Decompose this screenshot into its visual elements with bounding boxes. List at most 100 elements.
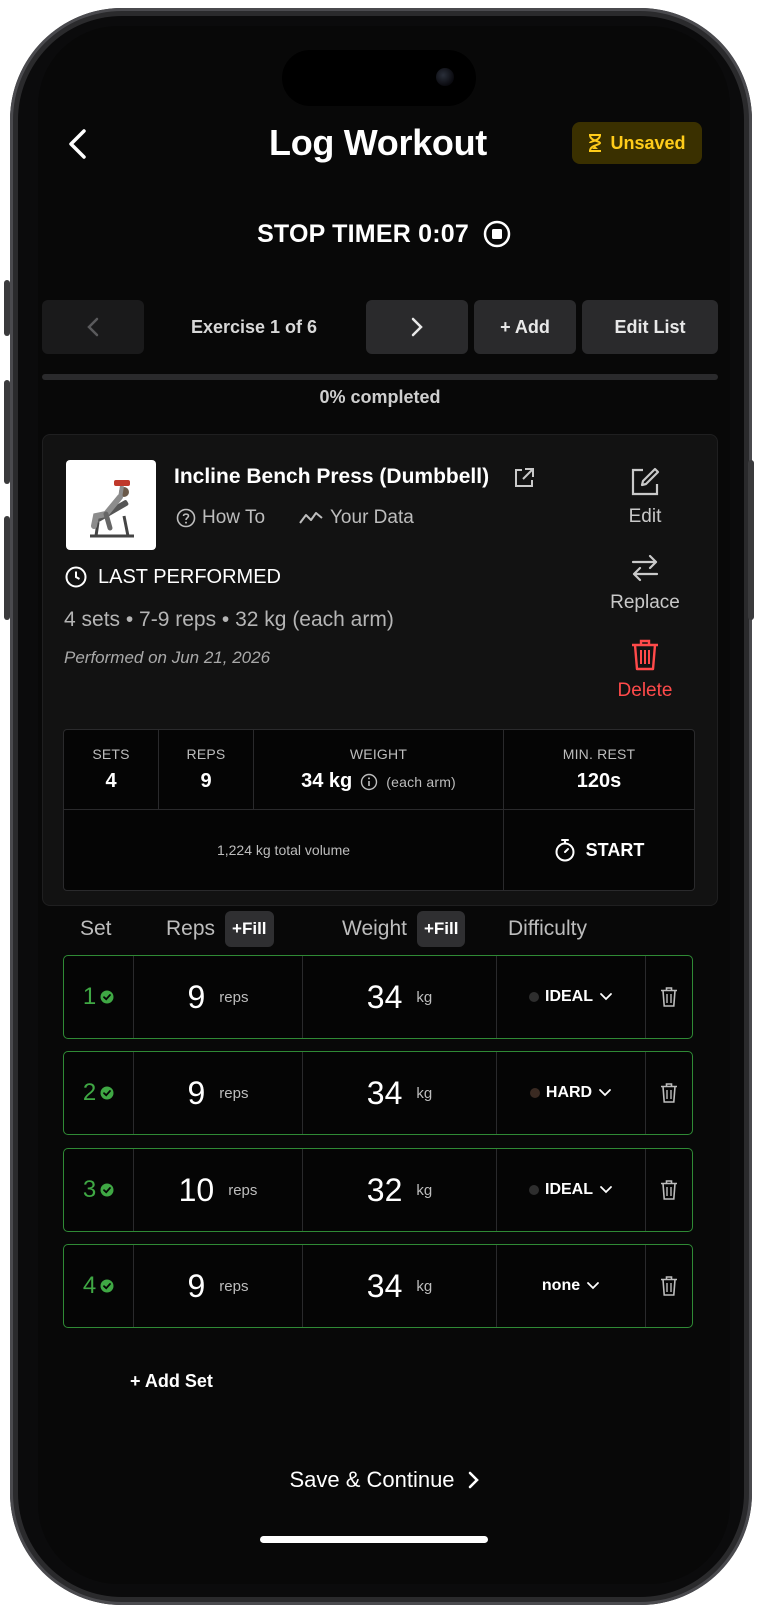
chevron-down-icon: [599, 1089, 612, 1097]
set-row: 3 10 reps 32 kg IDEAL: [63, 1148, 693, 1232]
your-data-link[interactable]: Your Data: [298, 504, 414, 532]
set-number-cell: 4: [64, 1245, 134, 1327]
difficulty-select[interactable]: HARD: [497, 1052, 646, 1134]
replace-label: Replace: [610, 592, 680, 613]
difficulty-dot: [529, 1185, 539, 1195]
stat-reps-label: REPS: [186, 746, 226, 762]
check-circle-icon: [100, 1183, 114, 1197]
reps-input[interactable]: 10 reps: [134, 1149, 303, 1231]
how-to-link[interactable]: How To: [176, 504, 265, 532]
weight-value: 34: [366, 1267, 403, 1304]
home-indicator: [260, 1536, 488, 1543]
next-exercise-button[interactable]: [366, 300, 468, 354]
set-number-cell: 2: [64, 1052, 134, 1134]
how-to-label: How To: [202, 507, 266, 528]
exercise-counter: Exercise 1 of 6: [190, 316, 318, 337]
set-row: 4 9 reps 34 kg none: [63, 1244, 693, 1328]
set-number: 2: [82, 1079, 97, 1106]
difficulty-select[interactable]: IDEAL: [497, 956, 646, 1038]
reps-value: 9: [187, 978, 206, 1015]
chevron-down-icon: [600, 993, 612, 1001]
col-header-set: Set: [80, 917, 112, 940]
external-link-icon[interactable]: [512, 466, 536, 490]
add-exercise-button[interactable]: + Add: [474, 300, 576, 354]
col-header-reps: Reps +Fill: [166, 910, 274, 948]
edit-exercise-button[interactable]: Edit: [590, 466, 700, 528]
check-circle-icon: [100, 1279, 114, 1293]
stat-reps: REPS 9: [159, 730, 254, 810]
reps-input[interactable]: 9 reps: [134, 956, 303, 1038]
replace-exercise-button[interactable]: Replace: [590, 552, 700, 614]
last-performed-summary: 4 sets • 7-9 reps • 32 kg (each arm): [64, 608, 394, 631]
add-set-button[interactable]: + Add Set: [130, 1366, 213, 1396]
weight-input[interactable]: 34 kg: [303, 956, 497, 1038]
stat-sets: SETS 4: [64, 730, 159, 810]
stat-weight-note: (each arm): [386, 773, 456, 790]
start-label: START: [585, 839, 645, 860]
delete-set-button[interactable]: [646, 1149, 692, 1231]
weight-unit: kg: [416, 1181, 433, 1199]
check-circle-icon: [100, 1086, 114, 1100]
stop-timer-button[interactable]: STOP TIMER 0:07: [38, 214, 730, 254]
exercise-name[interactable]: Incline Bench Press (Dumbbell): [174, 462, 489, 492]
reps-unit: reps: [228, 1181, 258, 1199]
difficulty-select[interactable]: none: [497, 1245, 646, 1327]
phone-volume-up: [4, 380, 10, 484]
weight-input[interactable]: 34 kg: [303, 1052, 497, 1134]
fill-weight-button[interactable]: +Fill: [416, 911, 466, 947]
swap-arrows-icon: [631, 554, 659, 582]
chevron-down-icon: [587, 1282, 600, 1290]
stopwatch-icon: [555, 839, 575, 862]
difficulty-dot: [529, 992, 539, 1002]
app-screen: Log Workout Unsaved STOP TIMER 0:07 Exer…: [38, 26, 730, 1584]
stat-weight: WEIGHT 34 kg (each arm): [254, 730, 504, 810]
last-performed-header: LAST PERFORMED: [64, 562, 281, 592]
reps-value: 9: [187, 1267, 206, 1304]
fill-reps-button[interactable]: +Fill: [225, 911, 274, 947]
stat-rest: MIN. REST 120s: [504, 730, 694, 810]
stat-rest-value: 120s: [576, 770, 622, 792]
stat-rest-label: MIN. REST: [562, 746, 636, 762]
col-header-weight-label: Weight: [342, 917, 407, 940]
exercise-thumbnail[interactable]: [66, 460, 156, 550]
set-number-cell: 1: [64, 956, 134, 1038]
delete-set-button[interactable]: [646, 1245, 692, 1327]
reps-input[interactable]: 9 reps: [134, 1245, 303, 1327]
set-row: 2 9 reps 34 kg HARD: [63, 1051, 693, 1135]
save-continue-button[interactable]: Save & Continue: [38, 1462, 730, 1498]
reps-unit: reps: [219, 988, 249, 1006]
weight-value: 32: [366, 1171, 403, 1208]
back-button[interactable]: [60, 124, 94, 164]
weight-input[interactable]: 32 kg: [303, 1149, 497, 1231]
trend-line-icon: [299, 512, 323, 524]
delete-set-button[interactable]: [646, 1052, 692, 1134]
start-rest-timer-button[interactable]: START: [504, 810, 694, 890]
reps-unit: reps: [219, 1084, 249, 1102]
save-continue-label: Save & Continue: [289, 1467, 455, 1492]
previous-exercise-button[interactable]: [42, 300, 144, 354]
delete-exercise-button[interactable]: Delete: [590, 638, 700, 702]
page-title: Log Workout: [269, 122, 487, 163]
help-circle-icon: [176, 508, 196, 528]
last-performed-date: Performed on Jun 21, 2026: [64, 648, 271, 667]
info-icon[interactable]: [360, 773, 378, 791]
weight-value: 34: [366, 978, 403, 1015]
delete-set-button[interactable]: [646, 956, 692, 1038]
delete-label: Delete: [617, 680, 673, 701]
weight-unit: kg: [416, 1277, 433, 1295]
trash-icon: [661, 1276, 677, 1296]
set-number: 3: [82, 1176, 97, 1203]
weight-input[interactable]: 34 kg: [303, 1245, 497, 1327]
reps-value: 9: [187, 1074, 206, 1111]
edit-list-button[interactable]: Edit List: [582, 300, 718, 354]
stat-weight-label: WEIGHT: [349, 746, 408, 762]
total-volume: 1,224 kg total volume: [64, 810, 504, 890]
reps-value: 10: [178, 1171, 215, 1208]
phone-power-button: [748, 460, 754, 620]
reps-unit: reps: [219, 1277, 249, 1295]
set-row: 1 9 reps 34 kg IDEAL: [63, 955, 693, 1039]
stat-sets-label: SETS: [92, 746, 130, 762]
difficulty-select[interactable]: IDEAL: [497, 1149, 646, 1231]
last-performed-label: LAST PERFORMED: [98, 565, 281, 588]
reps-input[interactable]: 9 reps: [134, 1052, 303, 1134]
